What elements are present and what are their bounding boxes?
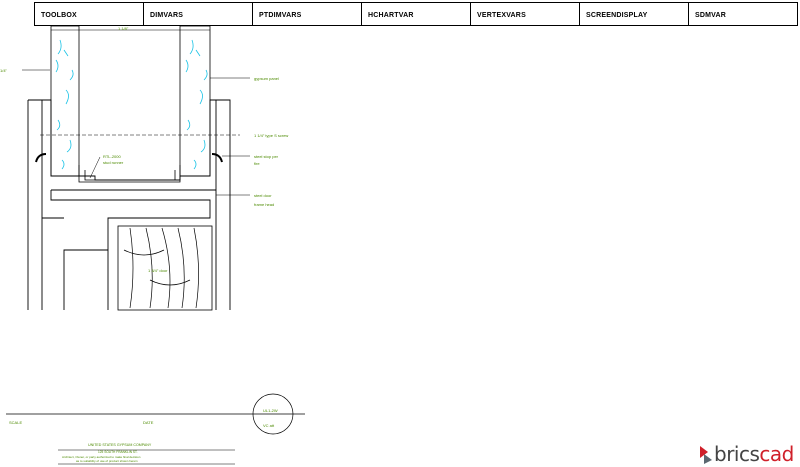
svg-text:UL1-2W: UL1-2W xyxy=(263,408,278,413)
sealant-left-icon xyxy=(35,153,47,163)
note-sealant: steel stop per fire xyxy=(222,154,279,166)
wordmark-prefix: brics xyxy=(714,442,760,466)
svg-text:1 1/8": 1 1/8" xyxy=(118,26,129,31)
svg-text:UNITED STATES GYPSUM COMPANY: UNITED STATES GYPSUM COMPANY xyxy=(88,443,152,447)
svg-text:fire: fire xyxy=(254,161,260,166)
svg-text:1 3/4" door: 1 3/4" door xyxy=(148,268,168,273)
note-frame: steel door frame head xyxy=(216,193,274,207)
bricscad-wordmark: bricscad xyxy=(714,442,794,466)
note-wood: 1 3/4" door xyxy=(148,268,168,273)
bricscad-logo: bricscad xyxy=(698,441,794,467)
title-block: UL1-2W VC att SCALE DATE UNITED STATES G… xyxy=(6,393,305,465)
svg-text:steel stop per: steel stop per xyxy=(254,154,279,159)
svg-text:SCALE: SCALE xyxy=(9,420,22,425)
note-stud: RTL-2000 stud runner xyxy=(89,154,124,179)
svg-text:VC att: VC att xyxy=(263,423,275,428)
wordmark-suffix: cad xyxy=(759,442,794,466)
cad-drawing-canvas[interactable]: 1 1/8" 1/4" gypsum panel 1 1/4" type S s… xyxy=(0,0,800,465)
dimension-left: 1/4" xyxy=(0,68,50,73)
sealant-right-icon xyxy=(211,153,223,163)
door-frame-outline xyxy=(27,99,231,310)
gypsum-panel-right xyxy=(179,25,211,177)
svg-text:stud runner: stud runner xyxy=(103,160,124,165)
svg-text:steel door: steel door xyxy=(254,193,272,198)
dimension-top: 1 1/8" xyxy=(51,26,210,31)
note-gypsum: gypsum panel xyxy=(210,76,279,81)
svg-text:as to suitability of use of pr: as to suitability of use of product show… xyxy=(76,459,138,463)
svg-text:1/4": 1/4" xyxy=(0,68,8,73)
svg-text:1 1/4" type S screw: 1 1/4" type S screw xyxy=(254,133,288,138)
note-screws: 1 1/4" type S screw xyxy=(254,133,288,138)
svg-text:RTL-2000: RTL-2000 xyxy=(103,154,121,159)
svg-text:125 SOUTH FRANKLIN ST.: 125 SOUTH FRANKLIN ST. xyxy=(98,450,138,454)
gypsum-panel-left xyxy=(50,25,80,177)
svg-text:gypsum panel: gypsum panel xyxy=(254,76,279,81)
stud-runner xyxy=(78,165,181,183)
svg-text:frame head: frame head xyxy=(254,202,274,207)
bricscad-logo-icon xyxy=(700,446,712,464)
svg-text:DATE: DATE xyxy=(143,420,154,425)
